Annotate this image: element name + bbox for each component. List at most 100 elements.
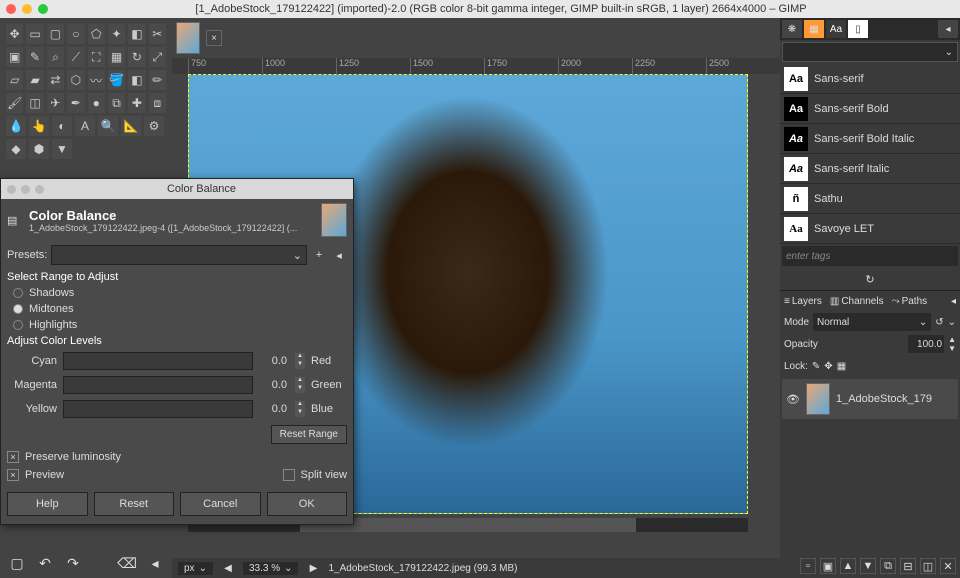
tool-pencil[interactable]: ✏ bbox=[149, 70, 166, 90]
tool-blur[interactable]: 💧 bbox=[6, 116, 26, 136]
tool-flip[interactable]: ⇄ bbox=[47, 70, 64, 90]
channels-tab[interactable]: ▥ Channels bbox=[830, 296, 884, 307]
tool-scissors[interactable]: ✂ bbox=[149, 24, 166, 44]
reset-range-button[interactable]: Reset Range bbox=[271, 425, 347, 444]
tool-extra3[interactable]: ▼ bbox=[52, 139, 72, 159]
chevron-down-icon[interactable]: ⌄ bbox=[948, 317, 956, 328]
tool-by-color[interactable]: ◧ bbox=[128, 24, 145, 44]
font-filter-input[interactable]: ⌄ bbox=[782, 42, 958, 62]
tool-dodge[interactable]: ◐ bbox=[52, 116, 72, 136]
maximize-window-button[interactable] bbox=[38, 4, 48, 14]
tool-transform[interactable]: ▦ bbox=[108, 47, 125, 67]
undo-button[interactable]: ↶ bbox=[36, 554, 54, 572]
tool-gegl[interactable]: ⚙ bbox=[144, 116, 164, 136]
panel-menu-button[interactable]: ◂ bbox=[146, 554, 164, 572]
font-item[interactable]: Aa Sans-serif Bold bbox=[780, 94, 960, 124]
midtones-radio[interactable]: Midtones bbox=[1, 301, 353, 317]
tool-perspective-clone[interactable]: ⧈ bbox=[149, 93, 166, 113]
help-button[interactable]: Help bbox=[7, 492, 88, 516]
split-view-check[interactable]: Split view bbox=[283, 469, 347, 481]
docs-tab[interactable]: ▯ bbox=[848, 20, 868, 38]
tool-zoom[interactable]: 🔍 bbox=[98, 116, 118, 136]
patterns-tab[interactable]: ▦ bbox=[804, 20, 824, 38]
font-item[interactable]: Aa Sans-serif Italic bbox=[780, 154, 960, 184]
tool-fuzzy-select[interactable]: ✦ bbox=[108, 24, 125, 44]
tool-scale[interactable]: ⤢ bbox=[149, 47, 166, 67]
font-item[interactable]: Aa Savoye LET bbox=[780, 214, 960, 244]
tool-color-picker[interactable]: ⌕ bbox=[47, 47, 64, 67]
tool-move[interactable]: ✥ bbox=[6, 24, 23, 44]
duplicate-layer-button[interactable]: ⧉ bbox=[880, 558, 896, 574]
tool-measure[interactable]: ⟋ bbox=[67, 47, 84, 67]
dialog-minimize-button[interactable] bbox=[21, 185, 30, 194]
font-item[interactable]: Aa Sans-serif Bold Italic bbox=[780, 124, 960, 154]
merge-layer-button[interactable]: ⊟ bbox=[900, 558, 916, 574]
cyan-red-value[interactable]: 0.0 bbox=[259, 355, 289, 367]
raise-layer-button[interactable]: ▲ bbox=[840, 558, 856, 574]
opacity-value[interactable]: 100.0 bbox=[908, 335, 944, 353]
tool-gradient[interactable]: ◧ bbox=[128, 70, 145, 90]
tool-crop[interactable]: ⛶ bbox=[88, 47, 105, 67]
zoom-combo[interactable]: 33.3 % ⌄ bbox=[243, 562, 299, 575]
close-document-button[interactable]: × bbox=[206, 30, 222, 46]
tool-perspective[interactable]: ▰ bbox=[26, 70, 43, 90]
manage-preset-button[interactable]: ◂ bbox=[331, 249, 347, 262]
redo-button[interactable]: ↷ bbox=[64, 554, 82, 572]
lock-pixel-button[interactable]: ✎ bbox=[812, 361, 820, 372]
tool-foreground[interactable]: ▣ bbox=[6, 47, 23, 67]
spinner-icon[interactable]: ▲▼ bbox=[948, 335, 956, 353]
zoom-out-button[interactable]: ◀ bbox=[221, 561, 235, 575]
brushes-tab[interactable]: ❋ bbox=[782, 20, 802, 38]
delete-layer-button[interactable]: ✕ bbox=[940, 558, 956, 574]
tool-extra2[interactable]: ⬢ bbox=[29, 139, 49, 159]
lock-position-button[interactable]: ✥ bbox=[824, 361, 832, 372]
panel-menu-button[interactable]: ◂ bbox=[951, 296, 956, 307]
tool-clone[interactable]: ⧉ bbox=[108, 93, 125, 113]
lock-alpha-button[interactable]: ▦ bbox=[837, 361, 846, 372]
add-preset-button[interactable]: + bbox=[311, 249, 327, 261]
tool-free-select[interactable]: ⬠ bbox=[88, 24, 105, 44]
layer-item[interactable]: 👁 1_AdobeStock_179 bbox=[782, 379, 958, 419]
new-layer-button[interactable]: ▫ bbox=[800, 558, 816, 574]
cancel-button[interactable]: Cancel bbox=[180, 492, 261, 516]
tool-measure2[interactable]: 📐 bbox=[121, 116, 141, 136]
yellow-blue-value[interactable]: 0.0 bbox=[259, 403, 289, 415]
dialog-close-button[interactable] bbox=[7, 185, 16, 194]
tags-input[interactable]: enter tags bbox=[782, 246, 958, 266]
refresh-icon[interactable]: ↻ bbox=[865, 273, 874, 286]
font-item[interactable]: ñ Sathu bbox=[780, 184, 960, 214]
ok-button[interactable]: OK bbox=[267, 492, 348, 516]
visibility-icon[interactable]: 👁 bbox=[786, 393, 800, 406]
close-window-button[interactable] bbox=[6, 4, 16, 14]
tool-ellipse-select[interactable]: ○ bbox=[67, 24, 84, 44]
tool-heal[interactable]: ✚ bbox=[128, 93, 145, 113]
preview-check[interactable]: ×Preview bbox=[7, 469, 64, 481]
document-thumbnail[interactable] bbox=[176, 22, 200, 54]
preserve-luminosity-check[interactable]: ×Preserve luminosity bbox=[1, 448, 353, 466]
magenta-green-value[interactable]: 0.0 bbox=[259, 379, 289, 391]
tool-bucket[interactable]: 🪣 bbox=[108, 70, 125, 90]
reset-mode-button[interactable]: ↺ bbox=[935, 317, 943, 328]
layers-tab[interactable]: ≡ Layers bbox=[784, 296, 822, 307]
spinner[interactable]: ▲▼ bbox=[295, 377, 305, 393]
minimize-window-button[interactable] bbox=[22, 4, 32, 14]
magenta-green-slider[interactable] bbox=[63, 376, 253, 394]
tool-paths[interactable]: ✎ bbox=[26, 47, 43, 67]
tool-cage[interactable]: ⬡ bbox=[67, 70, 84, 90]
tool-smudge[interactable]: 👆 bbox=[29, 116, 49, 136]
mask-button[interactable]: ◫ bbox=[920, 558, 936, 574]
tool-shear[interactable]: ▱ bbox=[6, 70, 23, 90]
tool-rect-select[interactable]: ▢ bbox=[47, 24, 64, 44]
tool-airbrush[interactable]: ✈ bbox=[47, 93, 64, 113]
reset-button[interactable]: Reset bbox=[94, 492, 175, 516]
dialog-maximize-button[interactable] bbox=[35, 185, 44, 194]
tool-paintbrush[interactable]: 🖌 bbox=[6, 93, 23, 113]
tool-mypaint[interactable]: ● bbox=[88, 93, 105, 113]
tool-warp[interactable]: 〰 bbox=[88, 70, 105, 90]
undo-history-icon[interactable]: ▢ bbox=[8, 554, 26, 572]
yellow-blue-slider[interactable] bbox=[63, 400, 253, 418]
lower-layer-button[interactable]: ▼ bbox=[860, 558, 876, 574]
presets-combo[interactable]: ⌄ bbox=[51, 245, 307, 265]
tool-extra1[interactable]: ◆ bbox=[6, 139, 26, 159]
paths-tab[interactable]: ⤳ Paths bbox=[892, 296, 928, 307]
